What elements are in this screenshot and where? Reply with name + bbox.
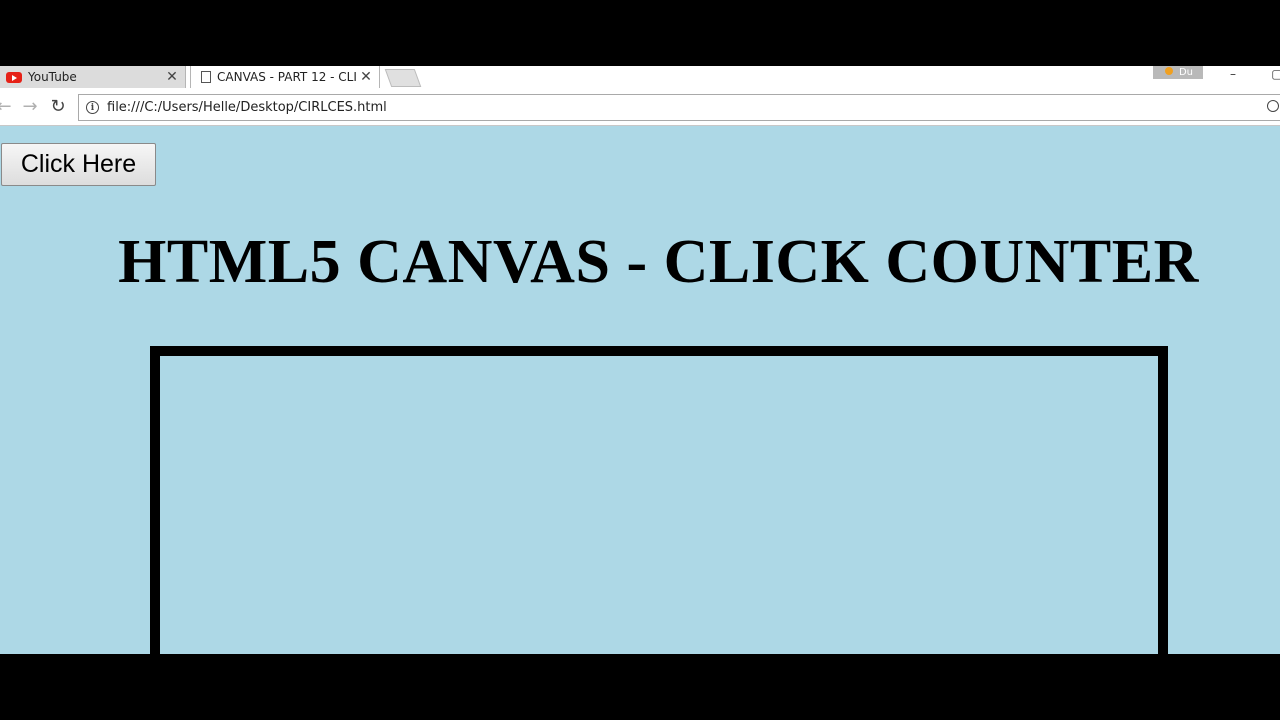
browser-window: YouTube ✕ CANVAS - PART 12 - CLICK ✕ Du …: [0, 66, 1280, 654]
tab-strip: YouTube ✕ CANVAS - PART 12 - CLICK ✕ Du …: [0, 66, 1280, 88]
address-url: file:///C:/Users/Helle/Desktop/CIRLCES.h…: [107, 100, 387, 115]
tab-label: YouTube: [28, 70, 77, 84]
counter-canvas[interactable]: [150, 346, 1168, 654]
new-tab-button[interactable]: [384, 69, 422, 87]
warning-dot-icon: [1165, 67, 1173, 75]
click-here-button[interactable]: Click Here: [1, 143, 156, 186]
page-title: HTML5 CANVAS - CLICK COUNTER: [118, 228, 1199, 296]
address-bar[interactable]: i file:///C:/Users/Helle/Desktop/CIRLCES…: [78, 94, 1280, 121]
info-icon[interactable]: i: [86, 101, 99, 114]
browser-toolbar: ← → ↻ i file:///C:/Users/Helle/Desktop/C…: [0, 88, 1280, 126]
reload-icon[interactable]: ↻: [48, 97, 68, 117]
tab-canvas[interactable]: CANVAS - PART 12 - CLICK ✕: [190, 66, 380, 88]
zoom-icon[interactable]: [1267, 100, 1279, 112]
youtube-icon: [6, 71, 22, 83]
profile-button[interactable]: Du: [1153, 66, 1203, 79]
forward-arrow-icon[interactable]: →: [20, 97, 40, 117]
profile-label: Du: [1178, 67, 1193, 78]
maximize-icon[interactable]: ▢: [1262, 66, 1280, 82]
back-arrow-icon[interactable]: ←: [0, 97, 14, 117]
close-icon[interactable]: ✕: [163, 69, 181, 85]
tab-youtube[interactable]: YouTube ✕: [0, 66, 186, 88]
minimize-icon[interactable]: –: [1218, 66, 1248, 82]
close-icon[interactable]: ✕: [357, 69, 375, 85]
tab-label: CANVAS - PART 12 - CLICK: [217, 70, 357, 84]
page-icon: [201, 71, 211, 83]
page-viewport: Click Here HTML5 CANVAS - CLICK COUNTER: [0, 127, 1280, 654]
